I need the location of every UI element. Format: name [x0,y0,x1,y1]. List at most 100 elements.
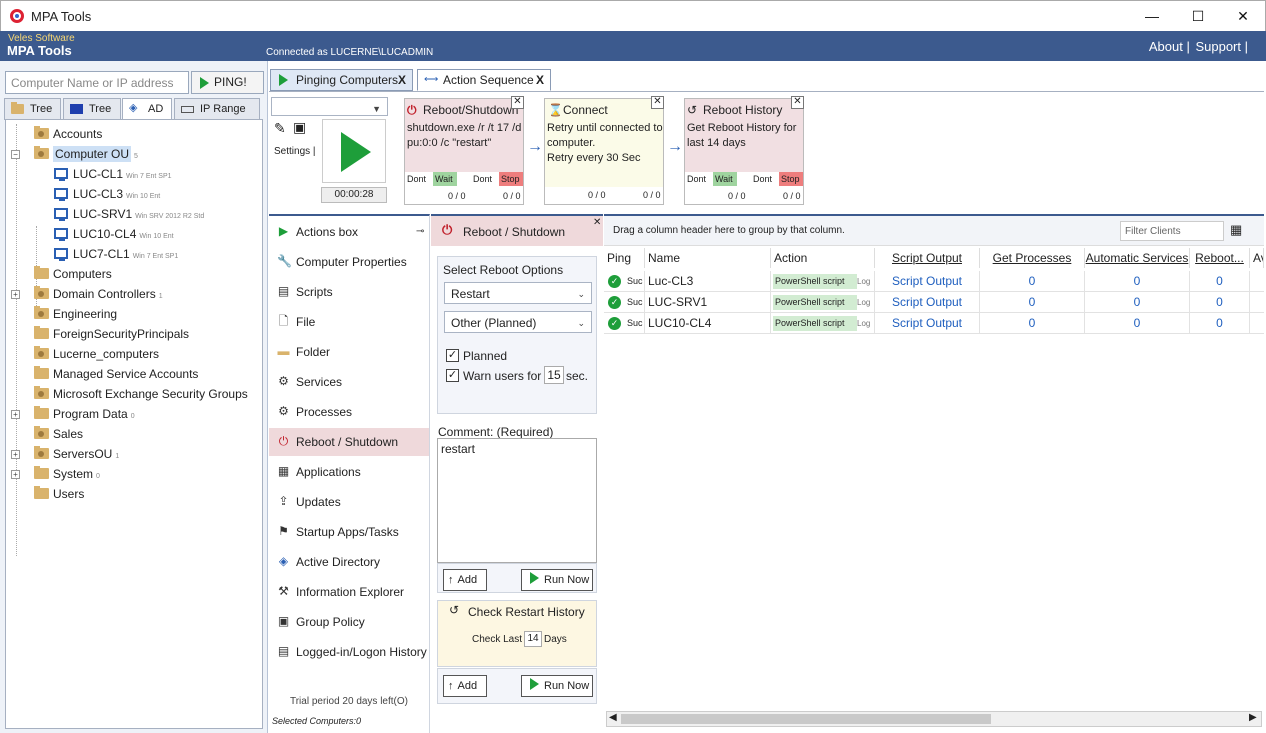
close-tab-icon[interactable]: X [398,70,406,90]
script-output-link[interactable]: Script Output [875,313,980,334]
tab-pinging-computers[interactable]: Pinging Computers X [270,69,413,91]
column-header[interactable]: Name [645,248,771,268]
expand-icon[interactable]: + [11,470,20,479]
edit-icon[interactable]: ✎ [274,120,286,137]
action-computer-properties[interactable]: 🔧 Computer Properties [269,248,429,276]
column-header[interactable]: Ping [604,248,645,268]
svc-cell[interactable]: 0 [1085,313,1190,334]
tree-node-users[interactable]: Users [34,484,84,504]
action-active-directory[interactable]: ◈ Active Directory [269,548,429,576]
tree-node-sales[interactable]: Sales [34,424,83,444]
warn-seconds-input[interactable]: 15 [544,366,564,384]
svc-cell[interactable]: 0 [1085,292,1190,313]
ping-button[interactable]: PING! [191,71,264,94]
tree-node-program-data[interactable]: + Program Data 0 [11,404,135,424]
tree-node-engineering[interactable]: Engineering [34,304,117,324]
tree-node-lucerne-computers[interactable]: Lucerne_computers [34,344,159,364]
planned-checkbox[interactable]: ✓ [446,349,459,362]
stop-toggle[interactable]: Stop [499,172,523,186]
close-tab-icon[interactable]: X [536,70,544,90]
proc-cell[interactable]: 0 [980,313,1085,334]
action-processes[interactable]: ⚙ Processes [269,398,429,426]
action-applications[interactable]: ▦ Applications [269,458,429,486]
action-scripts[interactable]: ▤ Scripts [269,278,429,306]
tree-node-luc-cl1[interactable]: LUC-CL1 Win 7 Ent SP1 [54,164,172,184]
maximize-button[interactable]: ☐ [1175,1,1221,32]
tree-node-computers[interactable]: Computers [34,264,112,284]
wait-toggle[interactable]: Wait [713,172,737,186]
reboot-shutdown-card[interactable]: ⏻ Reboot/Shutdown ✕ shutdown.exe /r /t 17… [404,96,524,205]
action-file[interactable]: 🗋 File [269,308,429,336]
tree-node-serversou[interactable]: + ServersOU 1 [11,444,119,464]
tree-node-accounts[interactable]: Accounts [34,124,102,144]
minimize-button[interactable]: — [1129,1,1175,32]
warn-users-checkbox[interactable]: ✓ [446,369,459,382]
script-output-link[interactable]: Script Output [875,292,980,313]
support-link[interactable]: Support | [1195,39,1248,54]
tree-node-microsoft-exchange-security-groups[interactable]: Microsoft Exchange Security Groups [34,384,248,404]
tree-node-managed-service-accounts[interactable]: Managed Service Accounts [34,364,198,384]
log-button[interactable]: Log [857,316,870,331]
action-updates[interactable]: ⇪ Updates [269,488,429,516]
action-startup-apps-tasks[interactable]: ⚑ Startup Apps/Tasks [269,518,429,546]
reboot-cell[interactable]: 0 [1190,313,1250,334]
tree-node-domain-controllers[interactable]: + Domain Controllers 1 [11,284,163,304]
tree-node-computer-ou[interactable]: − Computer OU 5 [11,144,138,164]
tab-tree-2[interactable]: Tree 2 [63,98,121,135]
column-header[interactable]: Action [771,248,875,268]
comment-textarea[interactable]: restart [437,438,597,563]
wait-toggle[interactable]: Wait [433,172,457,186]
action-logged-in-logon-history[interactable]: ▤ Logged-in/Logon History [269,638,429,666]
tree-node-foreignsecurityprincipals[interactable]: ForeignSecurityPrincipals [34,324,189,344]
reboot-mode-select[interactable]: Restart ⌄ [444,282,592,304]
proc-cell[interactable]: 0 [980,292,1085,313]
proc-cell[interactable]: 0 [980,271,1085,292]
tree-node-luc-srv1[interactable]: LUC-SRV1 Win SRV 2012 R2 Std [54,204,204,224]
column-header[interactable]: Get Processes [980,248,1085,268]
tree-node-system[interactable]: + System 0 [11,464,100,484]
connect-card[interactable]: ⌛ Connect ✕ Retry until connected to comp… [544,96,664,205]
reboot-reason-select[interactable]: Other (Planned) ⌄ [444,311,592,333]
close-panel-icon[interactable]: ✕ [593,217,601,228]
tab-ip-range[interactable]: IP Range [174,98,260,120]
tab-action-sequence[interactable]: ⟷ Action Sequence X [417,69,551,91]
column-header[interactable]: Reboot... [1190,248,1250,268]
reboot-cell[interactable]: 0 [1190,271,1250,292]
tree-node-luc10-cl4[interactable]: LUC10-CL4 Win 10 Ent [54,224,174,244]
reboot-history-card[interactable]: ↺ Reboot History ✕ Get Reboot History for… [684,96,804,205]
export-icon[interactable]: ▦ [1230,222,1242,238]
column-header[interactable]: Av [1250,248,1264,268]
run-now-button[interactable]: Run Now [521,569,593,591]
action-actions-box[interactable]: ▶ Actions box [269,218,429,246]
tab-ad[interactable]: ◈ AD [122,98,172,120]
action-group-policy[interactable]: ▣ Group Policy [269,608,429,636]
computer-search-input[interactable]: Computer Name or IP address [5,71,189,94]
horizontal-scrollbar[interactable]: ◀ ▶ [606,711,1262,727]
expand-icon[interactable]: + [11,290,20,299]
close-card-icon[interactable]: ✕ [791,96,804,109]
tab-tree-1[interactable]: Tree 1 [4,98,61,135]
collapse-icon[interactable]: − [11,150,20,159]
stop-toggle[interactable]: Stop [779,172,803,186]
settings-link[interactable]: Settings | [274,146,316,157]
scroll-left-icon[interactable]: ◀ [609,712,617,723]
tree-node-luc-cl3[interactable]: LUC-CL3 Win 10 Ent [54,184,160,204]
tree-node-luc7-cl1[interactable]: LUC7-CL1 Win 7 Ent SP1 [54,244,178,264]
close-card-icon[interactable]: ✕ [511,96,524,109]
column-header[interactable]: Automatic Services [1085,248,1190,268]
action-information-explorer[interactable]: ⚒ Information Explorer [269,578,429,606]
action-reboot-shutdown[interactable]: ⏻ Reboot / Shutdown [269,428,429,456]
close-card-icon[interactable]: ✕ [651,96,664,109]
action-folder[interactable]: ▬ Folder [269,338,429,366]
add-button[interactable]: ↑ Add [443,675,487,697]
reboot-cell[interactable]: 0 [1190,292,1250,313]
run-now-button[interactable]: Run Now [521,675,593,697]
days-input[interactable]: 14 [524,631,542,647]
scroll-right-icon[interactable]: ▶ [1249,712,1257,723]
svc-cell[interactable]: 0 [1085,271,1190,292]
script-output-link[interactable]: Script Output [875,271,980,292]
scrollbar-thumb[interactable] [621,714,991,724]
save-icon[interactable]: ▣ [293,119,306,136]
add-button[interactable]: ↑ Add [443,569,487,591]
action-services[interactable]: ⚙ Services [269,368,429,396]
